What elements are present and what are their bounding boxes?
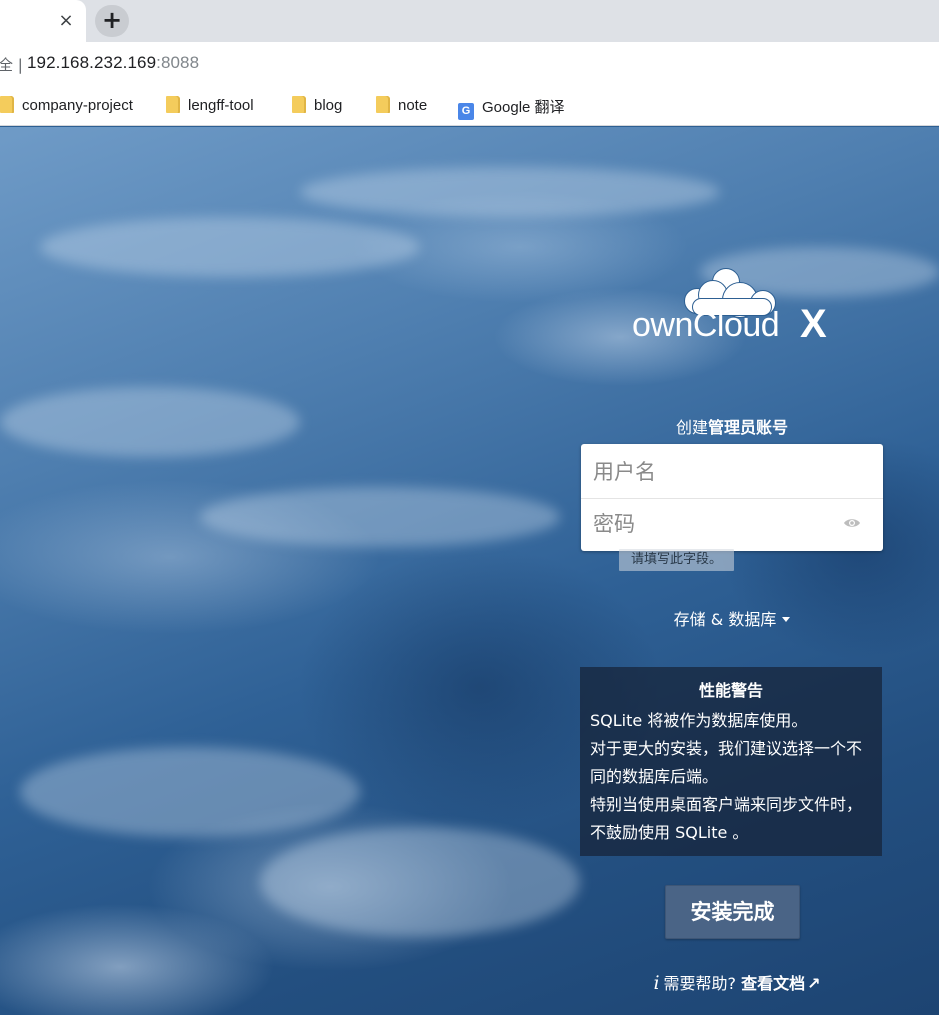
security-indicator[interactable]: 全 |: [0, 54, 23, 75]
help-prefix: 需要帮助?: [663, 974, 737, 993]
storage-label: 存储 & 数据库: [673, 610, 777, 629]
credentials-box: [581, 444, 883, 551]
owncloud-logo: ownCloud X: [632, 268, 832, 348]
docs-link-label: 查看文档: [741, 974, 806, 993]
bookmark-blog[interactable]: blog: [292, 96, 342, 116]
show-password-icon[interactable]: [843, 517, 861, 529]
folder-icon: [292, 96, 306, 113]
password-input[interactable]: [581, 498, 883, 550]
browser-tab-bar: × +: [0, 0, 939, 42]
browser-tab[interactable]: ×: [0, 0, 86, 42]
finish-install-button[interactable]: 安装完成: [665, 885, 800, 939]
validation-tooltip: 请填写此字段。: [619, 549, 734, 571]
bookmark-label: Google 翻译: [482, 99, 565, 116]
warning-title: 性能警告: [698, 681, 763, 700]
bookmark-note[interactable]: note: [376, 96, 427, 116]
logo-text: ownCloud: [632, 306, 780, 344]
info-icon: i: [653, 972, 660, 994]
folder-icon: [0, 96, 14, 113]
external-link-icon: ↗: [807, 974, 821, 993]
warning-line-1: SQLite 将被作为数据库使用。: [590, 711, 808, 730]
bookmark-google-translate[interactable]: G Google 翻译: [458, 96, 565, 120]
username-input[interactable]: [581, 446, 883, 498]
docs-link[interactable]: 查看文档 ↗: [741, 974, 820, 993]
warning-line-3: 特别当使用桌面客户端来同步文件时，不鼓励使用 SQLite 。: [590, 795, 863, 842]
url-port: :8088: [156, 53, 200, 72]
bookmark-lengff-tool[interactable]: lengff-tool: [166, 96, 254, 116]
warning-line-2: 对于更大的安装，我们建议选择一个不同的数据库后端。: [590, 739, 863, 786]
bookmarks-bar: company-project lengff-tool blog note GG…: [0, 84, 939, 126]
url-text[interactable]: 192.168.232.169:8088: [27, 53, 199, 73]
form-title: 创建管理员账号: [581, 414, 883, 438]
folder-icon: [376, 96, 390, 113]
form-title-prefix: 创建: [675, 418, 708, 437]
bookmark-label: note: [398, 97, 428, 114]
address-bar[interactable]: 全 | 192.168.232.169:8088: [0, 42, 939, 84]
bookmark-label: lengff-tool: [188, 97, 254, 114]
folder-icon: [166, 96, 180, 113]
bookmark-company-project[interactable]: company-project: [0, 96, 133, 116]
google-translate-icon: G: [458, 103, 474, 120]
performance-warning: 性能警告 SQLite 将被作为数据库使用。 对于更大的安装，我们建议选择一个不…: [580, 667, 882, 856]
page-background: [0, 127, 939, 1015]
bookmark-label: company-project: [22, 97, 133, 114]
form-title-bold: 管理员账号: [708, 418, 789, 437]
tab-close-icon[interactable]: ×: [56, 11, 76, 31]
help-line: i 需要帮助? 查看文档 ↗: [581, 970, 893, 994]
url-host: 192.168.232.169: [27, 53, 157, 72]
storage-database-toggle[interactable]: 存储 & 数据库: [581, 606, 883, 630]
caret-down-icon: [782, 617, 791, 622]
new-tab-button[interactable]: +: [95, 5, 129, 37]
logo-x: X: [800, 302, 827, 346]
bookmark-label: blog: [314, 97, 343, 114]
